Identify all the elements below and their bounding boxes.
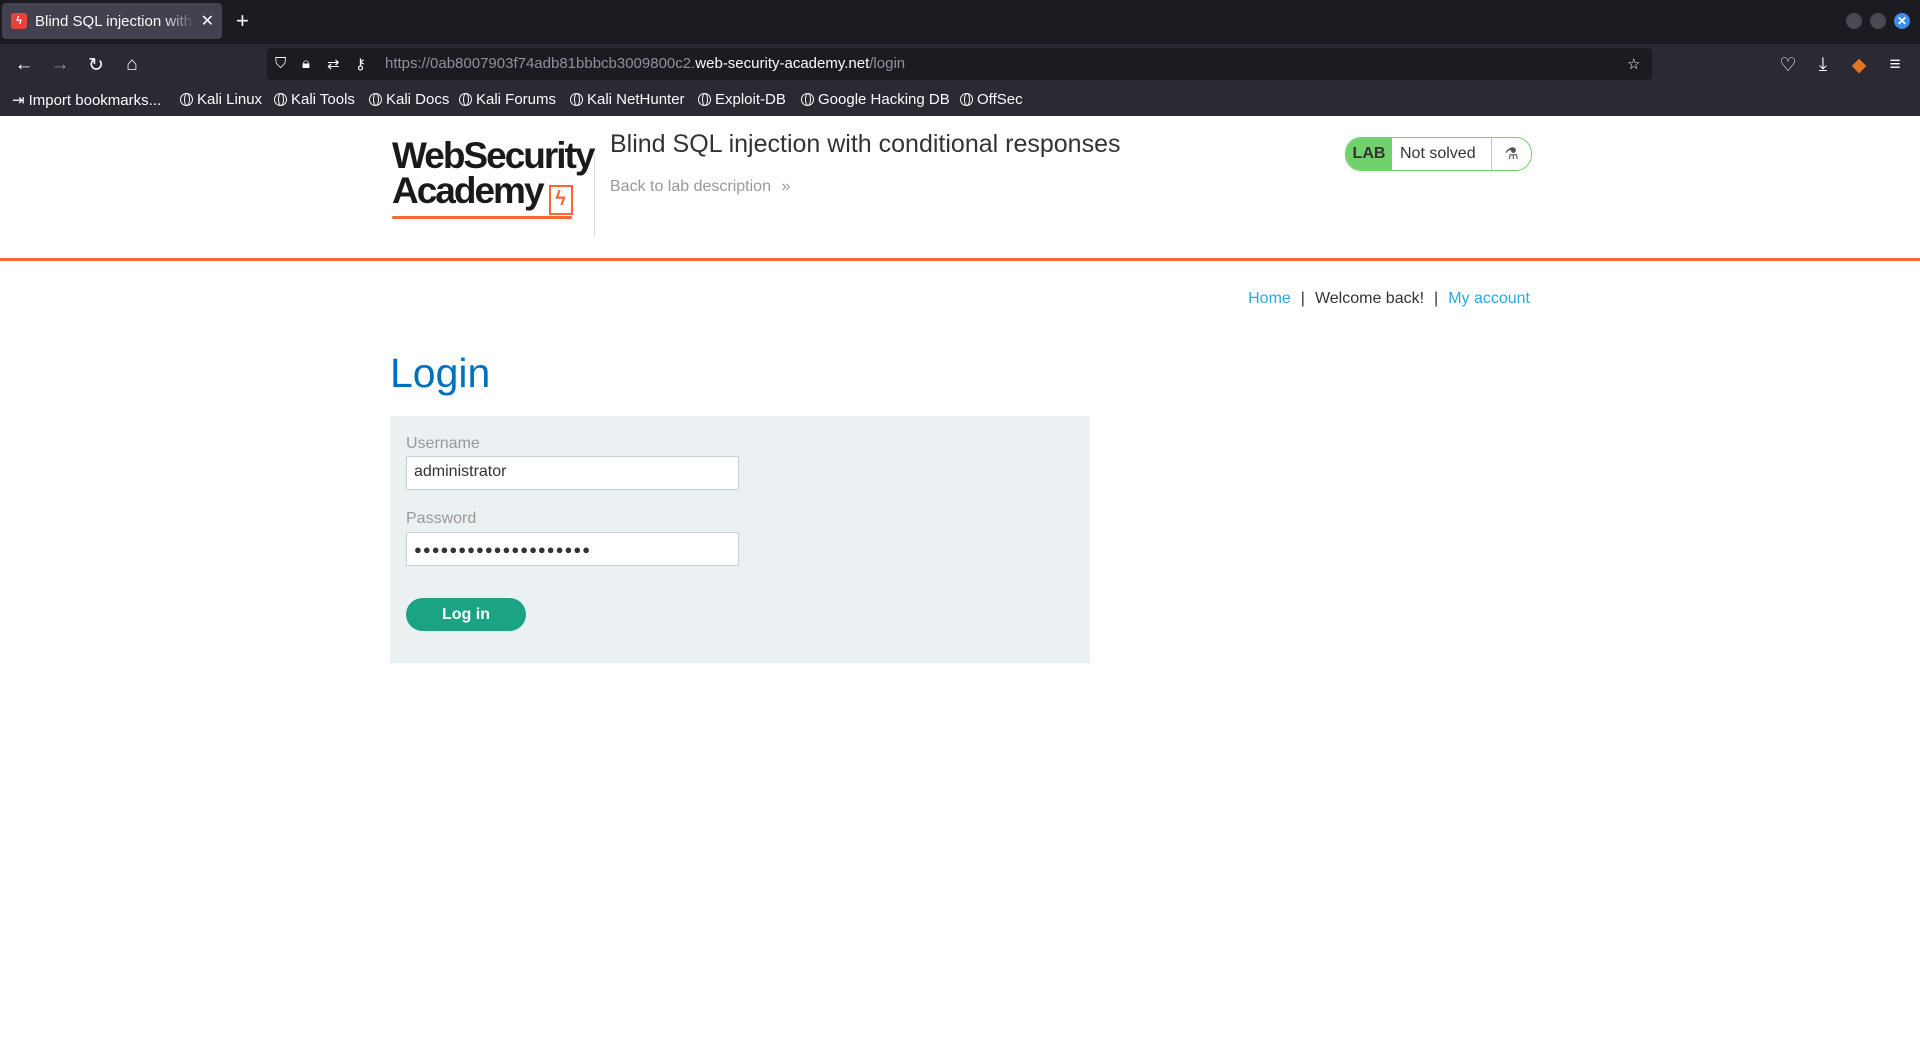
globe-icon — [570, 93, 583, 106]
lab-header: WebSecurity Academy ϟ Blind SQL injection… — [0, 116, 1920, 261]
nav-separator: | — [1300, 290, 1305, 307]
new-tab-button[interactable]: + — [236, 8, 249, 34]
url-bar[interactable]: ⛉ 🔒︎ ⇄ ⚷ https://0ab8007903f74adb81bbbcb… — [267, 48, 1652, 80]
home-icon[interactable]: ⌂ — [119, 52, 145, 78]
tab-favicon-icon: ϟ — [11, 13, 27, 29]
bookmark-google-hacking-db[interactable]: Google Hacking DB — [801, 91, 950, 108]
import-icon: ⇥ — [12, 92, 25, 109]
nav-my-account-link[interactable]: My account — [1448, 290, 1530, 307]
browser-tabstrip: ϟ Blind SQL injection with conditional r… — [0, 0, 1920, 44]
bookmark-kali-forums[interactable]: Kali Forums — [459, 91, 556, 108]
maximize-window-icon[interactable] — [1870, 13, 1886, 29]
login-form: Username administrator Password ●●●●●●●●… — [390, 416, 1090, 663]
shield-icon[interactable]: ⛉ — [275, 55, 286, 72]
bookmark-exploit-db[interactable]: Exploit-DB — [698, 91, 786, 108]
globe-icon — [180, 93, 193, 106]
bookmark-import[interactable]: ⇥ Import bookmarks... — [12, 91, 161, 110]
reload-icon[interactable]: ↻ — [83, 52, 109, 78]
login-button[interactable]: Log in — [406, 598, 526, 631]
bookmark-star-icon[interactable]: ☆ — [1627, 55, 1640, 73]
bookmark-kali-nethunter[interactable]: Kali NetHunter — [570, 91, 685, 108]
globe-icon — [960, 93, 973, 106]
forward-arrow-icon[interactable]: → — [47, 52, 73, 78]
bookmarks-toolbar: ⇥ Import bookmarks... Kali Linux Kali Too… — [0, 85, 1920, 116]
flask-icon: ⚗ — [1491, 138, 1531, 170]
bookmark-offsec[interactable]: OffSec — [960, 91, 1023, 108]
menu-icon[interactable]: ≡ — [1882, 52, 1908, 78]
lab-title: Blind SQL injection with conditional res… — [610, 130, 1121, 158]
username-label: Username — [406, 435, 480, 452]
globe-icon — [698, 93, 711, 106]
key-icon[interactable]: ⚷ — [355, 55, 366, 73]
page-title: Login — [390, 350, 491, 396]
lightning-icon: ϟ — [548, 185, 573, 215]
back-to-lab-description-link[interactable]: Back to lab description » — [610, 178, 790, 196]
back-arrow-icon[interactable]: ← — [11, 52, 37, 78]
permissions-icon[interactable]: ⇄ — [327, 55, 340, 73]
top-nav: Home | Welcome back! | My account — [1248, 290, 1530, 308]
bookmark-kali-tools[interactable]: Kali Tools — [274, 91, 355, 108]
url-text[interactable]: https://0ab8007903f74adb81bbbcb3009800c2… — [385, 55, 905, 72]
welcome-text: Welcome back! — [1314, 290, 1425, 307]
close-window-icon[interactable]: ✕ — [1894, 13, 1910, 29]
downloads-icon[interactable]: ⤓ — [1810, 52, 1836, 78]
logo-line2: Academy ϟ — [392, 172, 592, 215]
pocket-icon[interactable]: ♡ — [1775, 52, 1801, 78]
lock-icon[interactable]: 🔒︎ — [302, 55, 310, 72]
lab-status-text: Not solved — [1400, 145, 1476, 162]
globe-icon — [274, 93, 287, 106]
bookmark-kali-docs[interactable]: Kali Docs — [369, 91, 449, 108]
double-chevron-right-icon: » — [781, 178, 791, 195]
logo-line1: WebSecurity — [392, 135, 595, 176]
nav-separator: | — [1434, 290, 1439, 307]
password-input[interactable]: ●●●●●●●●●●●●●●●●●●●● — [406, 532, 739, 566]
tab-title: Blind SQL injection with conditional res… — [35, 12, 195, 30]
browser-navbar: ← → ↻ ⌂ ⛉ 🔒︎ ⇄ ⚷ https://0ab8007903f74ad… — [0, 44, 1920, 85]
nav-home-link[interactable]: Home — [1248, 290, 1291, 307]
minimize-window-icon[interactable] — [1846, 13, 1862, 29]
header-divider — [594, 154, 595, 236]
browser-tab-active[interactable]: ϟ Blind SQL injection with conditional r… — [2, 3, 222, 39]
bookmark-kali-linux[interactable]: Kali Linux — [180, 91, 262, 108]
globe-icon — [801, 93, 814, 106]
extension-fox-icon[interactable]: ◆ — [1846, 52, 1872, 78]
web-security-academy-logo[interactable]: WebSecurity Academy ϟ — [392, 135, 595, 222]
globe-icon — [459, 93, 472, 106]
password-label: Password — [406, 510, 477, 527]
close-tab-icon[interactable]: ✕ — [201, 11, 214, 31]
lab-status-widget: LAB Not solved ⚗ — [1345, 137, 1532, 171]
globe-icon — [369, 93, 382, 106]
logo-underline — [392, 216, 572, 219]
lab-tag: LAB — [1346, 138, 1392, 170]
username-input[interactable]: administrator — [406, 456, 739, 490]
